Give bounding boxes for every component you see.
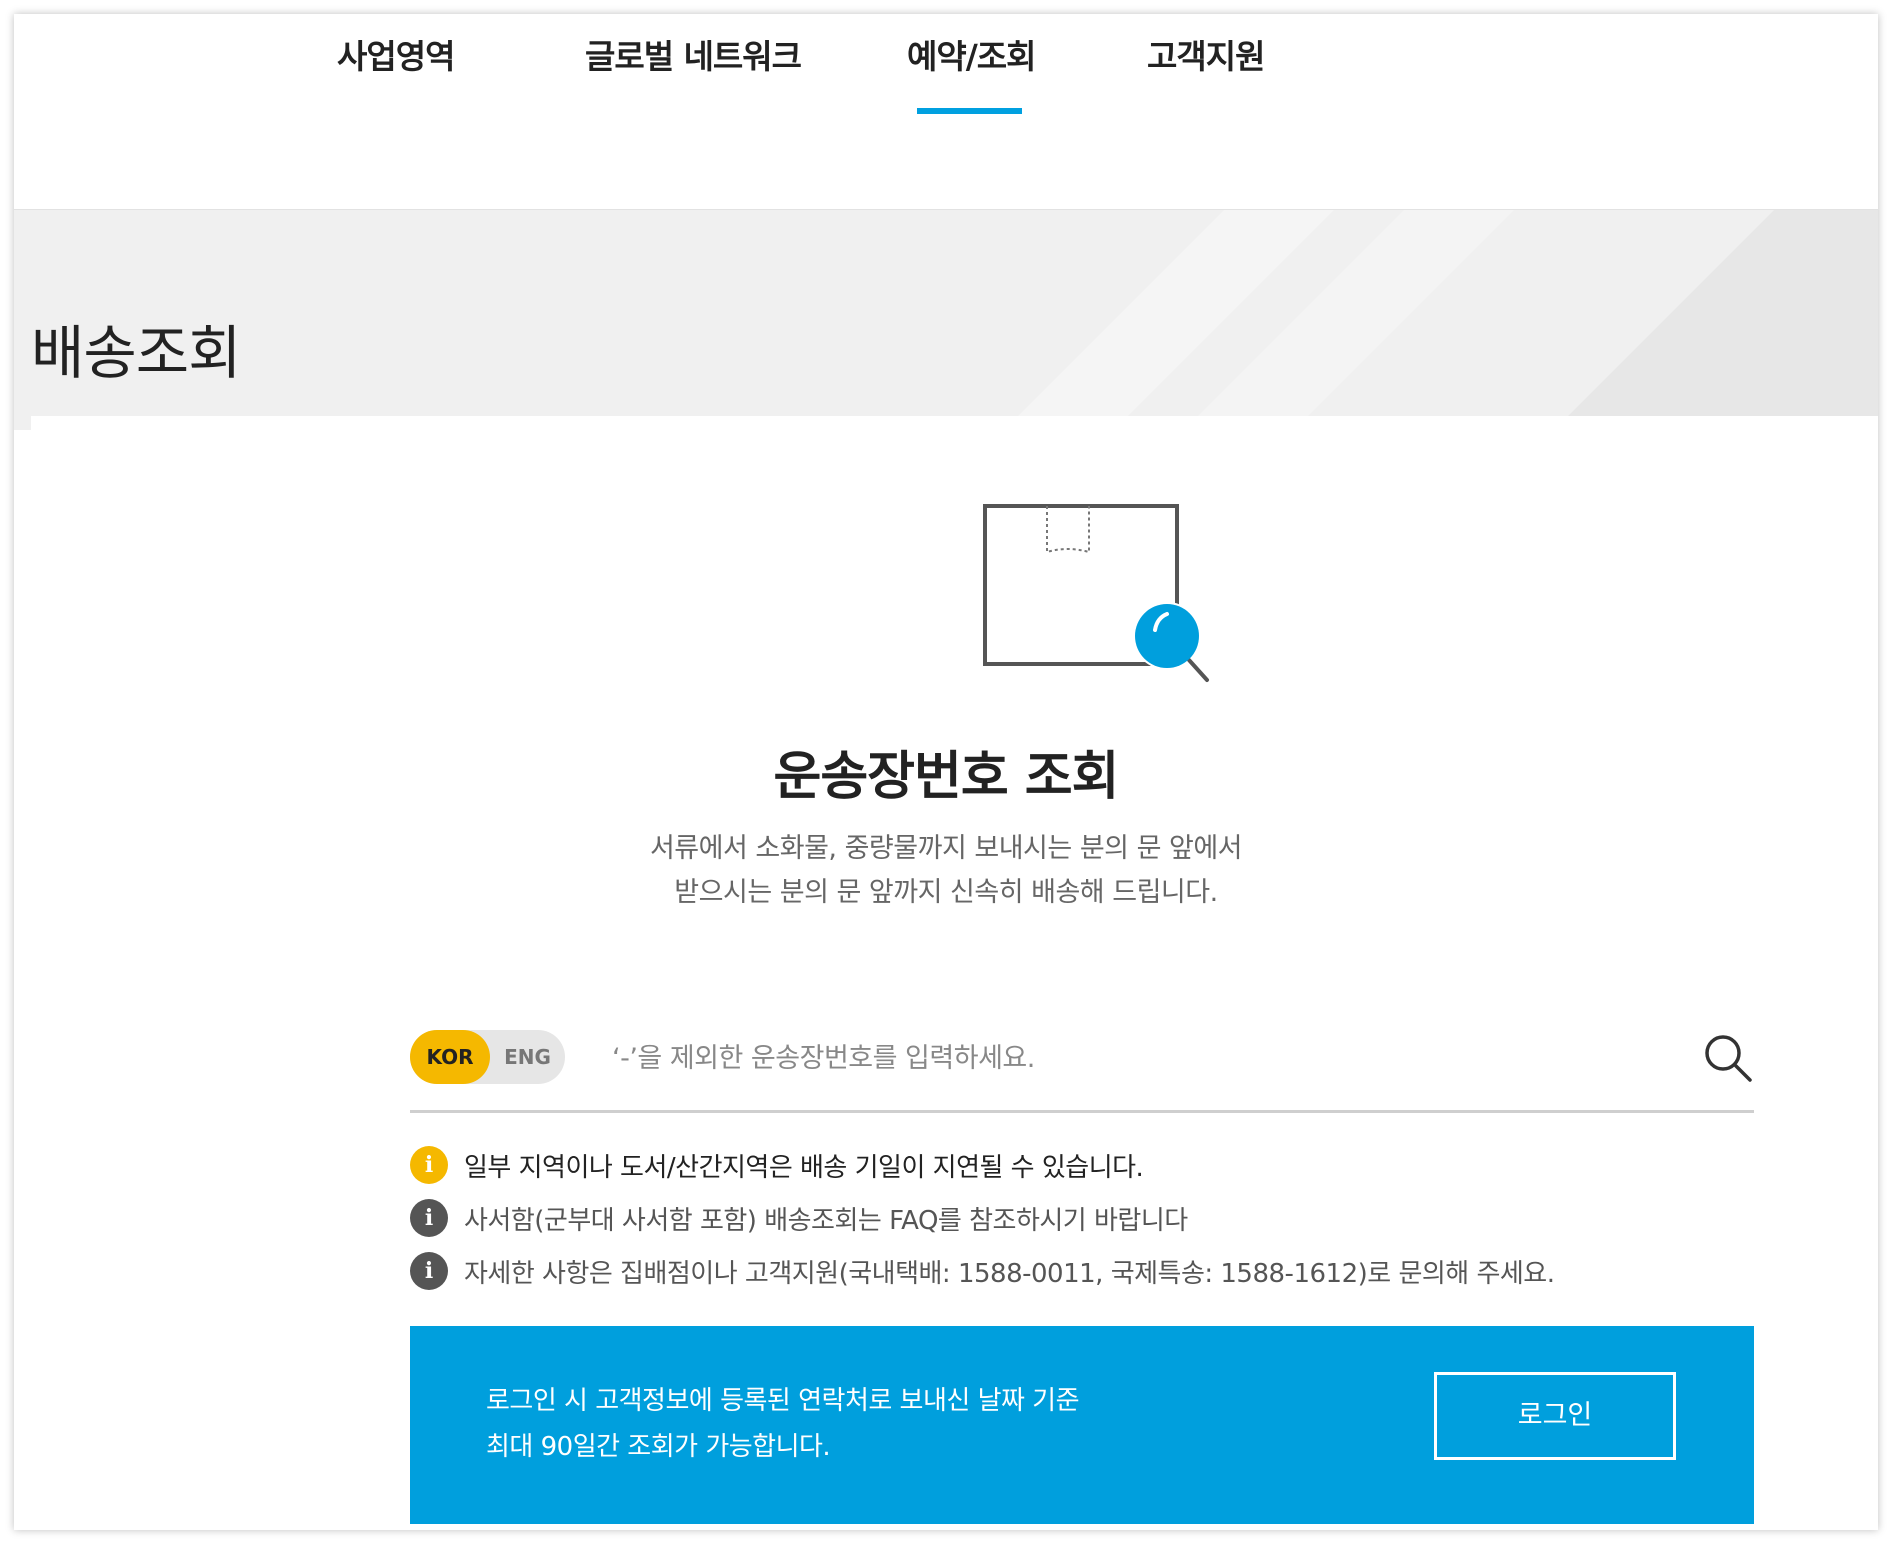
notice-text: 사서함(군부대 사서함 포함) 배송조회는 FAQ를 참조하시기 바랍니다 [464, 1205, 1188, 1236]
parcel-search-icon [983, 504, 1209, 682]
nav-item-global-network[interactable]: 글로벌 네트워크 [585, 30, 802, 78]
login-banner-line2: 최대 90일간 조회가 가능합니다. [486, 1432, 831, 1462]
login-button[interactable]: 로그인 [1434, 1372, 1676, 1460]
tracking-description-line2: 받으시는 분의 문 앞까지 신속히 배송해 드립니다. [674, 877, 1218, 908]
info-icon: i [410, 1199, 448, 1237]
decorative-stripe [1414, 210, 1878, 430]
notice-text: 자세한 사항은 집배점이나 고객지원(국내택배: 1588-0011, 국제특송… [464, 1258, 1555, 1289]
language-toggle[interactable]: KOR ENG [410, 1030, 565, 1084]
nav-item-reservation-tracking[interactable]: 예약/조회 [907, 30, 1036, 78]
tracking-description-line1: 서류에서 소화물, 중량물까지 보내시는 분의 문 앞에서 [649, 833, 1243, 864]
lang-eng-button[interactable]: ENG [490, 1030, 565, 1084]
nav-item-customer-support[interactable]: 고객지원 [1147, 30, 1265, 78]
tracking-heading: 운송장번호 조회 [773, 747, 1120, 807]
active-tab-indicator [917, 108, 1022, 114]
page-header-band [14, 210, 1878, 430]
top-navigation: 사업영역 글로벌 네트워크 예약/조회 고객지원 [14, 14, 1878, 210]
info-icon: i [410, 1252, 448, 1290]
info-icon: i [410, 1146, 448, 1184]
lang-kor-button[interactable]: KOR [410, 1030, 490, 1084]
notice-item: i 자세한 사항은 집배점이나 고객지원(국내택배: 1588-0011, 국제… [410, 1251, 1555, 1291]
page-title: 배송조회 [31, 319, 241, 387]
login-banner-line1: 로그인 시 고객정보에 등록된 연락처로 보내신 날짜 기준 [486, 1386, 1080, 1416]
search-icon[interactable] [1702, 1032, 1754, 1084]
nav-item-business[interactable]: 사업영역 [337, 30, 455, 78]
login-banner: 로그인 시 고객정보에 등록된 연락처로 보내신 날짜 기준 최대 90일간 조… [410, 1326, 1754, 1524]
notice-item: i 사서함(군부대 사서함 포함) 배송조회는 FAQ를 참조하시기 바랍니다 [410, 1198, 1188, 1238]
tracking-number-input[interactable] [610, 1030, 1664, 1086]
notice-item: i 일부 지역이나 도서/산간지역은 배송 기일이 지연될 수 있습니다. [410, 1145, 1144, 1185]
page-frame: 사업영역 글로벌 네트워크 예약/조회 고객지원 배송조회 운송장번호 조회 서… [14, 14, 1878, 1530]
notice-text: 일부 지역이나 도서/산간지역은 배송 기일이 지연될 수 있습니다. [464, 1152, 1144, 1183]
tracking-search-bar: KOR ENG [410, 1016, 1754, 1113]
